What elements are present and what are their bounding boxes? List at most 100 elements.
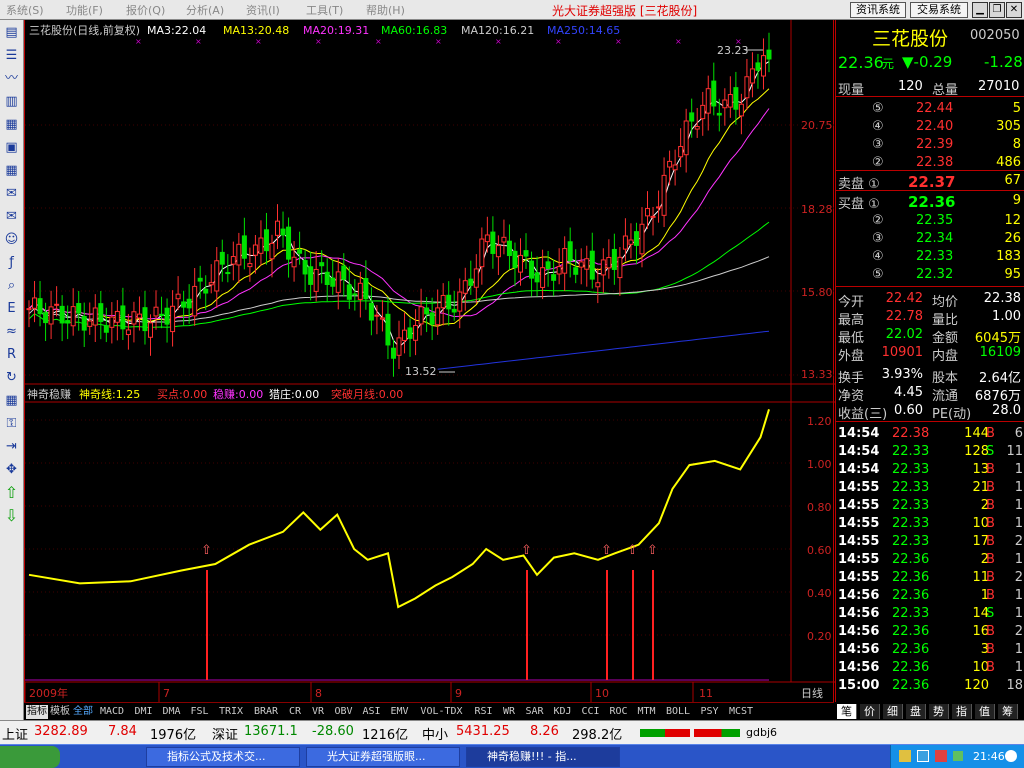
buy-signal-arrow: ⇧ (627, 543, 638, 558)
taskbar-item-broker[interactable]: 光大证券超强版眼... (306, 747, 460, 767)
tab-psy[interactable]: PSY (696, 705, 723, 719)
candle-body (760, 55, 766, 77)
menu-help[interactable]: 帮助(H) (366, 2, 405, 18)
tray-icon[interactable] (935, 750, 947, 762)
candle-body (744, 76, 750, 99)
rsi-icon[interactable]: R (3, 346, 20, 363)
candle-body (241, 235, 247, 259)
move-icon[interactable]: ✥ (3, 461, 20, 478)
candle-body (81, 315, 87, 331)
search-icon[interactable]: ⌕ (3, 277, 20, 294)
menu-quote[interactable]: 报价(Q) (126, 2, 165, 18)
menu-tools[interactable]: 工具(T) (306, 2, 343, 18)
candle-body (308, 266, 314, 285)
menu-info[interactable]: 资讯(I) (246, 2, 280, 18)
multi-icon[interactable]: ▦ (3, 392, 20, 409)
tab-asi[interactable]: ASI (358, 705, 385, 719)
tick-time: 14:56 (838, 624, 880, 639)
bid-level-index: ② (872, 213, 884, 228)
close-icon[interactable]: ✕ (1006, 2, 1022, 18)
tab-emv[interactable]: EMV (386, 705, 413, 719)
side-tab-4[interactable]: 势 (929, 704, 949, 719)
panel-icon[interactable]: ▦ (3, 116, 20, 133)
tab-mcst[interactable]: MCST (724, 705, 758, 719)
grid-icon[interactable]: ▦ (3, 162, 20, 179)
tick-time: 14:55 (838, 570, 880, 585)
month-label: 10 (595, 687, 609, 700)
menu-function[interactable]: 功能(F) (66, 2, 103, 18)
tab-boll[interactable]: BOLL (661, 705, 695, 719)
tab-macd[interactable]: MACD (95, 705, 129, 719)
taskbar-item-indicator[interactable]: 神奇稳赚!!! - 指... (466, 747, 620, 767)
restore-icon[interactable]: ❐ (989, 2, 1005, 18)
side-tab-2[interactable]: 细 (883, 704, 903, 719)
chart-canvas[interactable]: × × × × × × × × × × × ⇧ ⇧ ⇧ ⇧ ⇧ 三花股份(日线,前复权) MA3:22.04… (25, 20, 835, 702)
candle-body (755, 62, 761, 71)
tab-roc[interactable]: ROC (605, 705, 632, 719)
minimize-icon[interactable]: ▁ (972, 2, 988, 18)
tab-sar[interactable]: SAR (521, 705, 548, 719)
stat-value: 22.78 (885, 309, 923, 324)
mail-icon[interactable]: ✉ (3, 208, 20, 225)
tab-brar[interactable]: BRAR (249, 705, 283, 719)
tray-icon[interactable] (953, 751, 963, 761)
side-tab-6[interactable]: 值 (975, 704, 995, 719)
tray-icon[interactable] (917, 750, 929, 762)
f10-icon[interactable]: ƒ (3, 254, 20, 271)
trade-system-button[interactable]: 交易系统 (910, 2, 968, 18)
tab-obv[interactable]: OBV (330, 705, 357, 719)
stat-value: 0.60 (894, 403, 923, 418)
tab-vol-tdx[interactable]: VOL-TDX (414, 705, 469, 719)
menu-analysis[interactable]: 分析(A) (186, 2, 224, 18)
taskbar-item-formula[interactable]: 指标公式及技术交... (146, 747, 300, 767)
tab-rsi[interactable]: RSI (470, 705, 497, 719)
side-tab-5[interactable]: 指 (952, 704, 972, 719)
tab-fsl[interactable]: FSL (186, 705, 213, 719)
tab-dma[interactable]: DMA (158, 705, 185, 719)
up-arrow-icon[interactable]: ⇧ (3, 484, 20, 501)
tab-cci[interactable]: CCI (577, 705, 604, 719)
candle-body (479, 238, 485, 268)
menu-system[interactable]: 系统(S) (6, 2, 44, 18)
eif-icon[interactable]: E (3, 300, 20, 317)
news-icon[interactable]: ✉ (3, 185, 20, 202)
tab-vr[interactable]: VR (307, 705, 329, 719)
candle-body (297, 249, 303, 254)
table-icon[interactable]: ▣ (3, 139, 20, 156)
wave-icon[interactable]: ≈ (3, 323, 20, 340)
candle-body (313, 268, 319, 292)
tab-dmi[interactable]: DMI (130, 705, 157, 719)
ma13-label: MA13:20.48 (223, 24, 289, 37)
side-tab-1[interactable]: 价 (860, 704, 880, 719)
side-tab-0[interactable]: 笔 (837, 704, 857, 719)
list-icon[interactable]: ☰ (3, 47, 20, 64)
tab-指标[interactable]: 指标 (26, 705, 48, 719)
tray-icon[interactable] (1005, 750, 1017, 762)
refresh-icon[interactable]: ↻ (3, 369, 20, 386)
bid-level-index: ④ (872, 249, 884, 264)
tab-全部[interactable]: 全部 (72, 705, 94, 719)
tab-mtm[interactable]: MTM (633, 705, 660, 719)
tab-wr[interactable]: WR (498, 705, 520, 719)
kline-chart-area[interactable]: × × × × × × × × × × × ⇧ ⇧ ⇧ ⇧ ⇧ 三花股份(日线,前复权) MA3:22.04… (24, 20, 835, 702)
users-icon[interactable]: ☺ (3, 231, 20, 248)
tab-kdj[interactable]: KDJ (549, 705, 576, 719)
market-breadth-bar (694, 729, 740, 737)
tab-trix[interactable]: TRIX (214, 705, 248, 719)
period-label[interactable]: 日线 (801, 686, 823, 700)
side-tab-7[interactable]: 筹 (998, 704, 1018, 719)
tab-cr[interactable]: CR (284, 705, 306, 719)
tab-模板[interactable]: 模板 (49, 705, 71, 719)
tick-time: 14:56 (838, 588, 880, 603)
quote-icon[interactable]: ▤ (3, 24, 20, 41)
tray-icon[interactable] (899, 750, 911, 762)
down-arrow-icon[interactable]: ⇩ (3, 507, 20, 524)
lock-icon[interactable]: ⚿ (3, 415, 20, 432)
tick-time: 14:56 (838, 660, 880, 675)
kline-icon[interactable]: ▥ (3, 93, 20, 110)
info-system-button[interactable]: 资讯系统 (850, 2, 906, 18)
start-button[interactable] (0, 746, 60, 768)
chart-icon[interactable]: 〰 (3, 70, 20, 87)
exit-icon[interactable]: ⇥ (3, 438, 20, 455)
side-tab-3[interactable]: 盘 (906, 704, 926, 719)
